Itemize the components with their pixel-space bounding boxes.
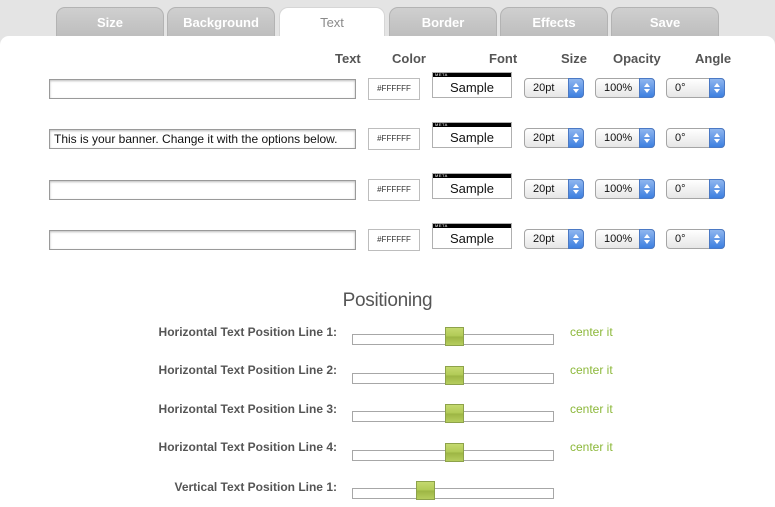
angle-value: 0° <box>675 233 686 245</box>
tab-background[interactable]: Background <box>167 7 275 37</box>
slider-handle[interactable] <box>445 327 464 346</box>
select-arrows-icon <box>568 179 584 199</box>
tab-border[interactable]: Border <box>389 7 497 37</box>
text-line-1-size-select[interactable]: 20pt <box>524 78 584 98</box>
text-line-3-angle-select[interactable]: 0° <box>666 179 725 199</box>
h-position-line-1-label: Horizontal Text Position Line 1: <box>158 325 337 339</box>
select-arrows-icon <box>639 229 655 249</box>
font-meta-label: META <box>435 122 448 127</box>
h-position-line-1-slider[interactable] <box>352 327 554 346</box>
text-line-1-angle-select[interactable]: 0° <box>666 78 725 98</box>
select-arrows-icon <box>568 128 584 148</box>
h-position-line-4-label: Horizontal Text Position Line 4: <box>158 440 337 454</box>
tab-size[interactable]: Size <box>56 7 164 37</box>
h-position-line-2-center-link[interactable]: center it <box>570 363 613 377</box>
text-line-3-color-swatch[interactable]: #FFFFFF <box>368 179 420 201</box>
text-line-3-font-picker[interactable]: META Sample <box>432 173 512 199</box>
text-line-row-2: #FFFFFF METASample 20pt 100% 0° <box>0 122 775 151</box>
text-line-row-3: #FFFFFF META Sample 20pt 100% 0° <box>0 173 775 202</box>
h-position-line-4-slider[interactable] <box>352 443 554 462</box>
header-opacity: Opacity <box>613 51 661 66</box>
size-value: 20pt <box>533 132 555 144</box>
tab-effects[interactable]: Effects <box>500 7 608 37</box>
header-font: Font <box>489 51 518 66</box>
font-sample: Sample <box>449 231 495 246</box>
text-line-2-input[interactable] <box>49 129 356 149</box>
select-arrows-icon <box>709 78 725 98</box>
font-sample: Sample <box>449 181 495 196</box>
text-line-1-font-picker[interactable]: META Sample <box>432 72 512 98</box>
select-arrows-icon <box>639 179 655 199</box>
text-line-1-color-swatch[interactable]: #FFFFFF <box>368 78 420 100</box>
select-arrows-icon <box>709 179 725 199</box>
text-line-1-input[interactable] <box>49 79 356 99</box>
header-text: Text <box>335 51 361 66</box>
h-position-line-3-label: Horizontal Text Position Line 3: <box>158 402 337 416</box>
v-position-line-1-label: Vertical Text Position Line 1: <box>174 480 338 494</box>
h-position-line-3-slider[interactable] <box>352 404 554 423</box>
h-position-line-1-center-link[interactable]: center it <box>570 325 613 339</box>
select-arrows-icon <box>639 78 655 98</box>
text-line-3-size-select[interactable]: 20pt <box>524 179 584 199</box>
size-value: 20pt <box>533 82 555 94</box>
header-size: Size <box>561 51 588 66</box>
opacity-value: 100% <box>604 132 633 144</box>
text-line-2-angle-select[interactable]: 0° <box>666 128 725 148</box>
h-position-line-4-center-link[interactable]: center it <box>570 440 613 454</box>
v-position-line-1-slider[interactable] <box>352 481 554 500</box>
header-color: Color <box>392 51 426 66</box>
size-value: 20pt <box>533 233 555 245</box>
text-line-4-input[interactable] <box>49 230 356 250</box>
text-line-4-opacity-select[interactable]: 100% <box>595 229 655 249</box>
text-line-row-4: #FFFFFF META Sample 20pt 100% 0° <box>0 223 775 252</box>
opacity-value: 100% <box>604 82 633 94</box>
opacity-value: 100% <box>604 233 633 245</box>
h-position-line-2-label: Horizontal Text Position Line 2: <box>158 363 337 377</box>
text-line-2-font-picker[interactable]: META Sample <box>432 122 512 148</box>
font-sample: Sample <box>449 130 495 145</box>
select-arrows-icon <box>639 128 655 148</box>
select-arrows-icon <box>709 229 725 249</box>
select-arrows-icon <box>568 229 584 249</box>
tab-save[interactable]: Save <box>611 7 719 37</box>
select-arrows-icon <box>709 128 725 148</box>
angle-value: 0° <box>675 183 686 195</box>
text-line-2-opacity-select[interactable]: 100% <box>595 128 655 148</box>
opacity-value: 100% <box>604 183 633 195</box>
font-meta-label: META <box>435 223 448 228</box>
text-panel <box>0 36 775 507</box>
text-line-1-opacity-select[interactable]: 100% <box>595 78 655 98</box>
size-value: 20pt <box>533 183 555 195</box>
tab-bar: Size Background Text Border Effects Save <box>0 0 775 40</box>
h-position-line-2-slider[interactable] <box>352 366 554 385</box>
slider-handle[interactable] <box>445 404 464 423</box>
angle-value: 0° <box>675 132 686 144</box>
slider-handle[interactable] <box>445 443 464 462</box>
text-line-4-font-picker[interactable]: META Sample <box>432 223 512 249</box>
font-sample: Sample <box>449 80 495 95</box>
angle-value: 0° <box>675 82 686 94</box>
select-arrows-icon <box>568 78 584 98</box>
tab-text[interactable]: Text <box>279 7 385 39</box>
text-line-3-input[interactable] <box>49 180 356 200</box>
text-line-2-size-select[interactable]: 20pt <box>524 128 584 148</box>
font-meta-label: META <box>435 173 448 178</box>
text-line-4-color-swatch[interactable]: #FFFFFF <box>368 229 420 251</box>
slider-handle[interactable] <box>416 481 435 500</box>
text-line-2-color-swatch[interactable]: #FFFFFF <box>368 128 420 150</box>
header-angle: Angle <box>695 51 732 66</box>
h-position-line-3-center-link[interactable]: center it <box>570 402 613 416</box>
text-line-3-opacity-select[interactable]: 100% <box>595 179 655 199</box>
slider-handle[interactable] <box>445 366 464 385</box>
positioning-title: Positioning <box>342 290 433 311</box>
text-line-row-1: #FFFFFF META Sample 20pt 100% 0° <box>0 72 775 101</box>
text-line-4-angle-select[interactable]: 0° <box>666 229 725 249</box>
text-line-4-size-select[interactable]: 20pt <box>524 229 584 249</box>
font-meta-label: META <box>435 72 448 77</box>
